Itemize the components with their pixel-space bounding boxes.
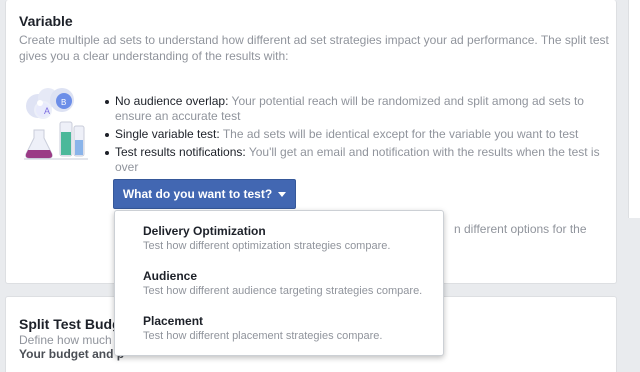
menu-item-title: Placement	[143, 314, 204, 328]
menu-item-title: Audience	[143, 269, 198, 283]
obscured-description-text: n different options for the	[454, 222, 587, 236]
bullet-term: No audience overlap:	[115, 94, 229, 108]
dropdown-button-label: What do you want to test?	[122, 187, 273, 201]
bullet-dot	[105, 151, 109, 155]
feature-bullet-list: No audience overlap: Your potential reac…	[105, 94, 605, 178]
budget-section-title: Split Test Budg	[19, 316, 121, 332]
budget-description: Define how much y	[19, 333, 122, 347]
budget-description-bold: Your budget and p	[19, 347, 125, 361]
section-description: Create multiple ad sets to understand ho…	[19, 33, 609, 63]
menu-item-description: Test how different placement strategies …	[143, 330, 383, 342]
right-panel-edge	[628, 0, 640, 218]
bullet-term: Test results notifications:	[115, 145, 246, 159]
caret-down-icon	[278, 192, 287, 197]
bubble-a-label: A	[44, 106, 50, 116]
menu-item-description: Test how different audience targeting st…	[143, 285, 423, 297]
menu-item-placement[interactable]: Placement Test how different placement s…	[115, 313, 443, 358]
bullet-dot	[105, 133, 109, 137]
test-variable-dropdown-menu: Delivery Optimization Test how different…	[114, 210, 444, 356]
section-title: Variable	[19, 13, 73, 29]
bullet-dot	[105, 100, 109, 104]
menu-item-description: Test how different optimization strategi…	[143, 240, 391, 252]
menu-item-audience[interactable]: Audience Test how different audience tar…	[115, 268, 443, 313]
bullet-text: The ad sets will be identical except for…	[219, 127, 579, 141]
test-variable-dropdown-button[interactable]: What do you want to test?	[113, 179, 296, 209]
bullet-term: Single variable test:	[115, 127, 220, 141]
menu-item-delivery-optimization[interactable]: Delivery Optimization Test how different…	[115, 223, 443, 268]
bubble-b-label: B	[61, 98, 66, 107]
menu-item-title: Delivery Optimization	[143, 224, 266, 238]
list-item: No audience overlap: Your potential reac…	[105, 94, 605, 124]
list-item: Single variable test: The ad sets will b…	[105, 127, 605, 142]
list-item: Test results notifications: You'll get a…	[105, 145, 605, 175]
lab-flasks-illustration-icon: A B	[24, 88, 88, 160]
